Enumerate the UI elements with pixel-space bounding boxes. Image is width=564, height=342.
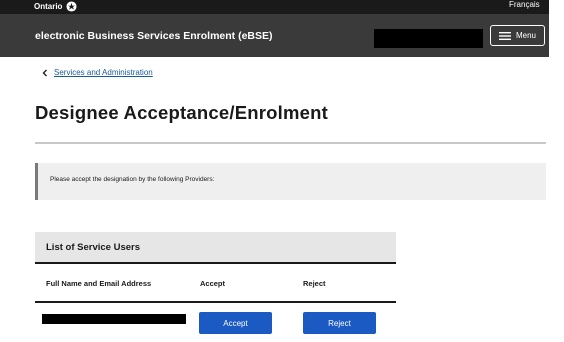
service-users-table-header: List of Service Users [35, 232, 396, 264]
column-header-reject: Reject [303, 279, 326, 288]
breadcrumb-link-services[interactable]: Services and Administration [54, 68, 153, 77]
column-header-divider [35, 301, 396, 303]
menu-icon [498, 31, 511, 40]
redacted-user-block [374, 29, 483, 48]
menu-button-label: Menu [515, 31, 536, 40]
ontario-logo-text: Ontario [34, 2, 63, 11]
language-toggle-link[interactable]: Français [509, 0, 540, 9]
page-title: Designee Acceptance/Enrolment [35, 102, 328, 123]
trillium-icon [66, 1, 77, 12]
breadcrumb: Services and Administration [42, 68, 153, 77]
notice-text: Please accept the designation by the fol… [50, 176, 215, 183]
chevron-left-icon [42, 69, 47, 76]
notice-callout: Please accept the designation by the fol… [35, 163, 546, 200]
accept-button[interactable]: Accept [199, 312, 272, 334]
ontario-top-bar: Ontario Français [0, 0, 549, 14]
reject-button[interactable]: Reject [303, 312, 376, 334]
redacted-user-name [42, 314, 186, 324]
app-header: electronic Business Services Enrolment (… [0, 14, 549, 57]
menu-button[interactable]: Menu [490, 25, 545, 46]
app-title: electronic Business Services Enrolment (… [35, 30, 273, 42]
table-title: List of Service Users [46, 242, 140, 253]
ontario-logo[interactable]: Ontario [34, 1, 77, 12]
column-header-name: Full Name and Email Address [46, 279, 152, 288]
column-header-accept: Accept [200, 279, 226, 288]
title-divider [35, 142, 546, 144]
